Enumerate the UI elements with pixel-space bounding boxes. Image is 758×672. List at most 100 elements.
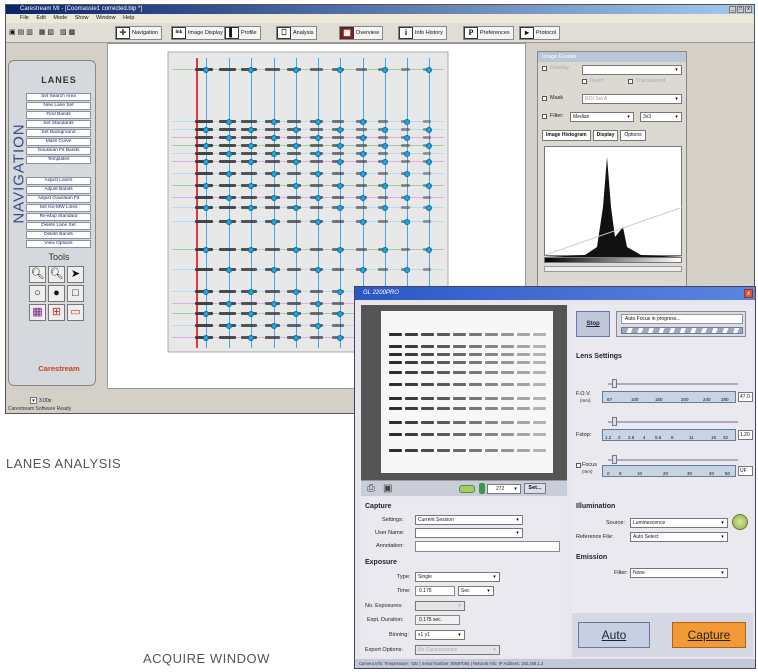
set-button[interactable]: Set... [524, 483, 546, 494]
filter-select[interactable]: Median ▾ [570, 112, 634, 122]
lane-tool-icon[interactable]: ⊞ [48, 304, 65, 321]
close-icon[interactable]: x [745, 6, 752, 13]
band-marker[interactable] [293, 335, 299, 341]
band-marker[interactable] [248, 311, 254, 317]
no-exposures-select[interactable]: ▾ [415, 601, 465, 611]
time-input[interactable]: 0.175 [415, 586, 455, 596]
band-marker[interactable] [315, 267, 321, 273]
band-marker[interactable] [337, 205, 343, 211]
band-marker[interactable] [360, 267, 366, 273]
emission-filter-select[interactable]: None ▾ [630, 568, 728, 578]
band-marker[interactable] [293, 159, 299, 165]
mask-checkbox[interactable] [542, 96, 547, 101]
fstop-slider[interactable] [608, 421, 738, 423]
band-marker[interactable] [426, 143, 432, 149]
band-marker[interactable] [337, 247, 343, 253]
band-marker[interactable] [203, 311, 209, 317]
adjust-bands-button[interactable]: Adjust Bands [26, 186, 91, 194]
band-marker[interactable] [293, 205, 299, 211]
band-marker[interactable] [360, 219, 366, 225]
set-standards-button[interactable]: Set Standards [26, 120, 91, 128]
band-marker[interactable] [426, 67, 432, 73]
overlay-checkbox[interactable] [542, 66, 547, 71]
band-marker[interactable] [226, 135, 232, 141]
re-map-standard-button[interactable]: Re-Map Standard [26, 213, 91, 221]
mask-select[interactable]: ROI Set A ▾ [582, 94, 682, 104]
overlay-select[interactable]: ▾ [582, 65, 682, 75]
band-marker[interactable] [203, 67, 209, 73]
settings-select[interactable]: Current Session ▾ [415, 515, 523, 525]
delete-bands-button[interactable]: Delete Bands [26, 231, 91, 239]
set-search-area-button[interactable]: Set Search Area [26, 93, 91, 101]
zoom-control[interactable]: ▾ 3.00x [30, 397, 51, 404]
delete-lane-set-button[interactable]: Delete Lane Set [26, 222, 91, 230]
toolbar-info-history-button[interactable]: i Info History [398, 26, 447, 40]
band-marker[interactable] [337, 143, 343, 149]
band-marker[interactable] [404, 219, 410, 225]
view-options-button[interactable]: View Options [26, 240, 91, 248]
band-marker[interactable] [426, 247, 432, 253]
circle-tool-icon[interactable]: ○ [29, 285, 46, 302]
band-marker[interactable] [337, 127, 343, 133]
band-marker[interactable] [315, 301, 321, 307]
band-marker[interactable] [271, 135, 277, 141]
save-icon[interactable]: ▣ [383, 483, 392, 494]
band-marker[interactable] [248, 335, 254, 341]
new-lane-set-button[interactable]: New Lane Set [26, 102, 91, 110]
maximize-icon[interactable]: □ [737, 6, 744, 13]
band-marker[interactable] [271, 301, 277, 307]
capture-button[interactable]: Capture [672, 622, 746, 648]
zoom-out-icon[interactable]: 🔍︎ [48, 266, 65, 283]
band-marker[interactable] [337, 183, 343, 189]
band-marker[interactable] [382, 143, 388, 149]
band-marker[interactable] [426, 205, 432, 211]
annotation-input[interactable] [415, 541, 560, 552]
band-marker[interactable] [293, 127, 299, 133]
band-marker[interactable] [248, 67, 254, 73]
band-marker[interactable] [248, 205, 254, 211]
band-marker[interactable] [382, 183, 388, 189]
band-marker[interactable] [203, 127, 209, 133]
band-marker[interactable] [203, 247, 209, 253]
toolbar-profile-button[interactable]: ▌ Profile [224, 26, 261, 40]
close-icon[interactable]: x [744, 289, 753, 298]
toolbar-navigation-button[interactable]: ✛ Navigation [115, 26, 162, 40]
band-marker[interactable] [248, 289, 254, 295]
print-icon[interactable]: ⎙ [367, 483, 375, 494]
band-marker[interactable] [271, 151, 277, 157]
band-marker[interactable] [404, 119, 410, 125]
band-marker[interactable] [271, 195, 277, 201]
band-marker[interactable] [337, 289, 343, 295]
filter-size-select[interactable]: 3x3 ▾ [640, 112, 682, 122]
toolbar-analysis-button[interactable]: ⎕ Analysis [276, 26, 318, 40]
band-marker[interactable] [382, 67, 388, 73]
band-marker[interactable] [426, 183, 432, 189]
band-marker[interactable] [248, 247, 254, 253]
frame-select[interactable]: 272 ▾ [487, 484, 521, 494]
band-marker[interactable] [226, 195, 232, 201]
source-select[interactable]: Luminescence ▾ [630, 518, 728, 528]
band-marker[interactable] [271, 323, 277, 329]
toolbar-protocol-button[interactable]: ▸ Protocol [519, 26, 561, 40]
band-marker[interactable] [248, 183, 254, 189]
band-marker[interactable] [404, 171, 410, 177]
band-marker[interactable] [271, 171, 277, 177]
mass-curve-button[interactable]: Mass Curve [26, 138, 91, 146]
fstop-slider-handle[interactable] [612, 417, 617, 426]
focus-value-box[interactable]: UF [738, 466, 753, 476]
band-marker[interactable] [226, 301, 232, 307]
band-marker[interactable] [315, 195, 321, 201]
fov-value-box[interactable]: 47.0 [738, 392, 753, 402]
menu-help[interactable]: Help [123, 15, 134, 21]
band-marker[interactable] [203, 289, 209, 295]
band-marker[interactable] [203, 335, 209, 341]
band-marker[interactable] [226, 219, 232, 225]
reference-file-select[interactable]: Auto Select ▾ [630, 532, 728, 542]
menu-window[interactable]: Window [96, 15, 116, 21]
transparent-checkbox[interactable] [628, 79, 633, 84]
band-marker[interactable] [226, 171, 232, 177]
band-marker[interactable] [382, 127, 388, 133]
quick-tools[interactable]: ▣▤▥ ▦▧ ▨▩ [9, 28, 77, 36]
menu-file[interactable]: File [20, 15, 29, 21]
zoom-in-icon[interactable]: 🔍︎ [29, 266, 46, 283]
